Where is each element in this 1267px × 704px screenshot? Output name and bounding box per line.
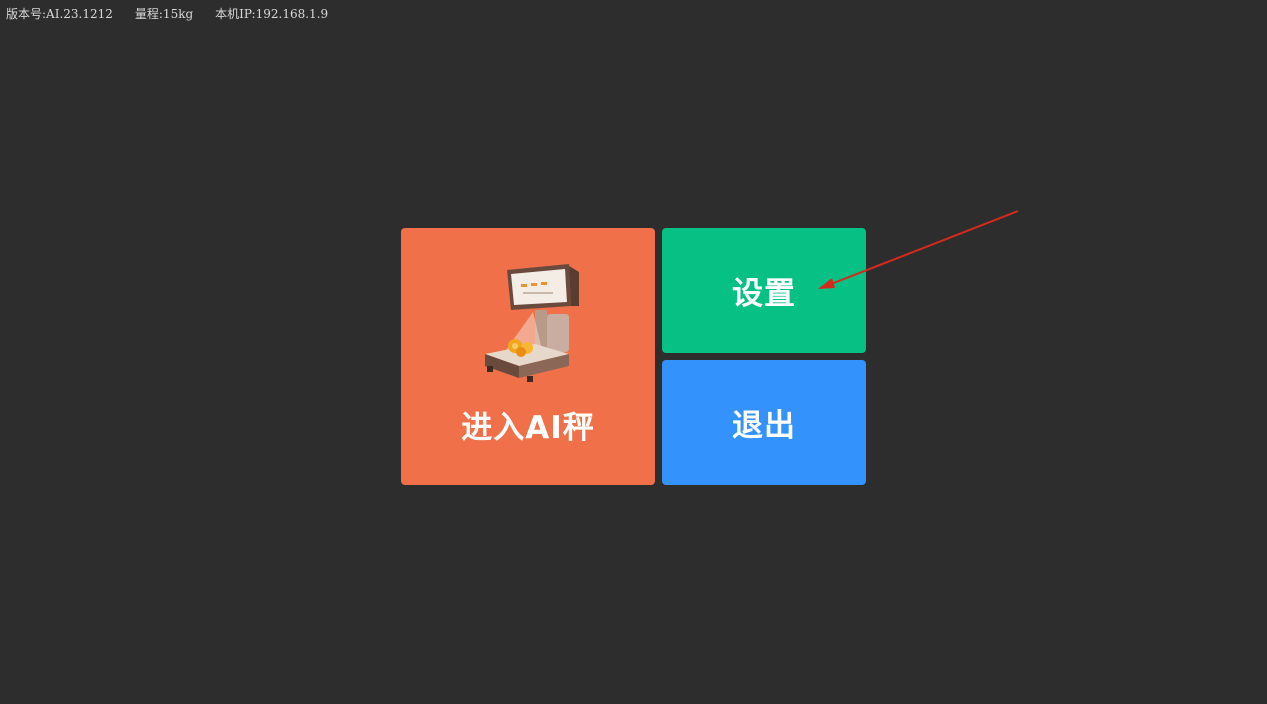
ai-scale-icon <box>485 264 579 382</box>
exit-label: 退出 <box>732 408 796 444</box>
ip-address-text: 本机IP:192.168.1.9 <box>215 7 329 21</box>
enter-ai-scale-label: 进入AI秤 <box>461 410 595 446</box>
version-text: 版本号:AI.23.1212 <box>6 7 113 21</box>
exit-button[interactable]: 退出 <box>662 360 866 485</box>
settings-button[interactable]: 设置 <box>662 228 866 353</box>
capacity-text: 量程:15kg <box>134 7 194 21</box>
settings-label: 设置 <box>732 276 796 312</box>
enter-ai-scale-button[interactable]: 进入AI秤 <box>401 228 655 485</box>
status-bar: 版本号:AI.23.1212 量程:15kg 本机IP:192.168.1.9 <box>6 6 350 22</box>
